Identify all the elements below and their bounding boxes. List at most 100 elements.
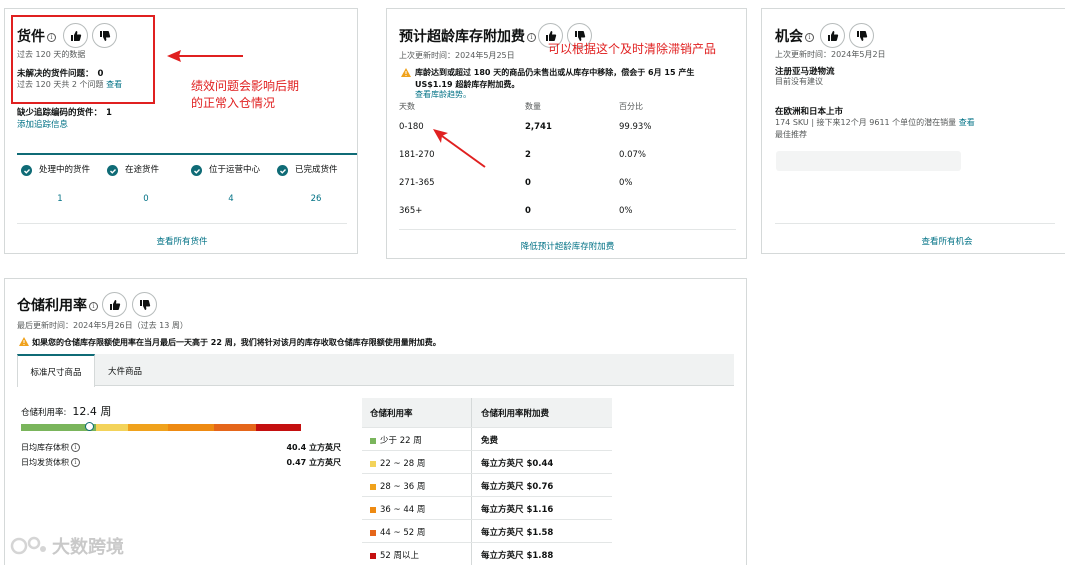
- warning-icon: [401, 68, 411, 77]
- status-processing-label: 处理中的货件: [39, 165, 91, 175]
- status-at-fc-label: 位于运营中心: [209, 165, 261, 175]
- storage-updated: 最后更新时间：2024年5月26日（过去 13 周）: [17, 321, 188, 330]
- opportunities-card: 机会 i 上次更新时间：2024年5月2日 注册亚马逊物流 目前没有建议 在欧洲和…: [761, 8, 1065, 254]
- thumbs-down-icon: [139, 299, 150, 310]
- col-days-header: 天数: [399, 102, 415, 111]
- swatch: [370, 552, 376, 559]
- blurred-content: [776, 151, 961, 171]
- tab-standard-label: 标准尺寸商品: [30, 368, 82, 378]
- fee-value: 免费: [481, 436, 499, 446]
- fee-row: 52 周以上 每立方英尺 $1.88: [362, 542, 612, 565]
- view-all-opportunities-link[interactable]: 查看所有机会: [872, 235, 1022, 247]
- watermark-logo-icon: [10, 536, 46, 555]
- status-in-transit-count[interactable]: 0: [126, 194, 166, 204]
- fee-row: 少于 22 周 免费: [362, 427, 612, 450]
- fee-value: 每立方英尺 $1.88: [481, 551, 554, 561]
- daily-inventory-label: 日均库存体积 i: [21, 442, 80, 453]
- status-at-fc-count[interactable]: 4: [211, 194, 251, 204]
- annotation-note-1: 绩效问题会影响后期 的正常入仓情况: [191, 79, 300, 110]
- info-icon[interactable]: i: [89, 301, 98, 311]
- tab-oversize-label: 大件商品: [107, 367, 142, 377]
- check-icon: [107, 165, 118, 176]
- age-row-pct: 0%: [619, 178, 633, 188]
- fee-value: 每立方英尺 $0.76: [481, 482, 554, 492]
- thumbs-up-button[interactable]: [102, 292, 127, 317]
- age-row-pct: 0.07%: [619, 150, 647, 160]
- eu-jp-title: 在欧洲和日本上市: [775, 107, 844, 117]
- aged-inventory-title: 预计超龄库存附加费 i: [399, 26, 536, 46]
- reduce-aged-fee-link[interactable]: 降低预计超龄库存附加费: [387, 240, 748, 252]
- thumbs-up-icon: [109, 299, 120, 310]
- age-row-days: 271-365: [399, 178, 435, 188]
- swatch: [370, 483, 376, 490]
- ratio-progress-bar: [21, 424, 341, 431]
- thumbs-up-button[interactable]: [820, 23, 845, 48]
- fee-row: 36 ~ 44 周 每立方英尺 $1.16: [362, 496, 612, 519]
- swatch: [370, 506, 376, 513]
- fee-table-col1: 仓储利用率: [370, 409, 413, 419]
- check-icon: [21, 165, 32, 176]
- eu-jp-desc: 174 SKU | 接下来12个月 9611 个单位的潜在销量 查看: [775, 118, 975, 127]
- warning-icon: [19, 337, 29, 346]
- fee-range: 少于 22 周: [370, 434, 422, 446]
- fee-range: 36 ~ 44 周: [370, 503, 425, 515]
- thumbs-down-button[interactable]: [849, 23, 874, 48]
- ratio-bar-segment: [96, 424, 128, 431]
- status-completed-count[interactable]: 26: [296, 194, 336, 204]
- fee-row: 22 ~ 28 周 每立方英尺 $0.44: [362, 450, 612, 473]
- age-row-days: 365+: [399, 206, 423, 216]
- fee-table-header: 仓储利用率 仓储利用率附加费: [362, 398, 612, 427]
- status-divider: [17, 153, 357, 155]
- opportunities-updated: 上次更新时间：2024年5月2日: [775, 50, 886, 59]
- age-row-qty: 0: [525, 178, 531, 188]
- fee-range: 52 周以上: [370, 549, 419, 561]
- col-qty-header: 数量: [525, 102, 541, 111]
- age-row-qty: 0: [525, 206, 531, 216]
- check-icon: [191, 165, 202, 176]
- age-row-pct: 0%: [619, 206, 633, 216]
- status-processing-count[interactable]: 1: [40, 194, 80, 204]
- fee-row: 28 ~ 36 周 每立方英尺 $0.76: [362, 473, 612, 496]
- add-tracking-link[interactable]: 添加追踪信息: [17, 118, 68, 130]
- view-age-trend-link[interactable]: 查看库龄趋势。: [415, 89, 471, 100]
- fee-value: 每立方英尺 $1.16: [481, 505, 554, 515]
- thumbs-down-button[interactable]: [132, 292, 157, 317]
- fee-value: 每立方英尺 $1.58: [481, 528, 554, 538]
- aged-inventory-updated: 上次更新时间：2024年5月25日: [399, 51, 515, 60]
- storage-card: 仓储利用率 i 最后更新时间：2024年5月26日（过去 13 周） 如果您的仓储…: [4, 278, 747, 565]
- age-row-days: 0-180: [399, 122, 424, 132]
- fee-row: 44 ~ 52 周 每立方英尺 $1.58: [362, 519, 612, 542]
- col-pct-header: 百分比: [619, 102, 643, 111]
- fee-range: 22 ~ 28 周: [370, 457, 425, 469]
- missing-tracking: 缺少追踪编码的货件： 1: [17, 108, 112, 118]
- fee-range: 44 ~ 52 周: [370, 526, 425, 538]
- view-all-shipments-link[interactable]: 查看所有货件: [5, 235, 359, 247]
- daily-inventory-value: 40.4 立方英尺: [286, 443, 341, 452]
- thumbs-up-icon: [827, 30, 838, 41]
- age-row-qty: 2,741: [525, 122, 552, 132]
- info-icon[interactable]: i: [71, 443, 80, 452]
- storage-warning: 如果您的仓储库存限额使用率在当月最后一天高于 22 周，我们将针对该月的库存收取…: [32, 338, 441, 347]
- ratio-label: 仓储利用率: 12.4 周: [21, 405, 112, 418]
- info-icon[interactable]: i: [71, 458, 80, 467]
- swatch: [370, 529, 376, 536]
- annotation-arrow: [167, 50, 243, 62]
- tab-standard[interactable]: 标准尺寸商品: [17, 354, 95, 387]
- annotation-note-2: 可以根据这个及时清除滞销产品: [548, 42, 717, 56]
- fba-desc: 目前没有建议: [775, 77, 823, 86]
- ratio-bar-segment: [168, 424, 214, 431]
- thumbs-down-icon: [856, 30, 867, 41]
- status-in-transit-label: 在途货件: [125, 165, 160, 175]
- daily-shipped-label: 日均发货体积 i: [21, 457, 80, 468]
- footer-divider: [17, 223, 347, 224]
- eu-jp-sub: 最佳推荐: [775, 130, 807, 139]
- fee-value: 每立方英尺 $0.44: [481, 459, 554, 469]
- tab-oversize[interactable]: 大件商品: [100, 354, 150, 386]
- watermark: 大数跨境: [10, 532, 124, 560]
- info-icon[interactable]: i: [805, 32, 814, 42]
- info-icon[interactable]: i: [527, 32, 536, 42]
- highlight-box: [11, 15, 155, 104]
- eu-jp-view-link[interactable]: 查看: [959, 118, 975, 127]
- status-completed-label: 已完成货件: [295, 165, 338, 175]
- footer-divider: [399, 229, 736, 230]
